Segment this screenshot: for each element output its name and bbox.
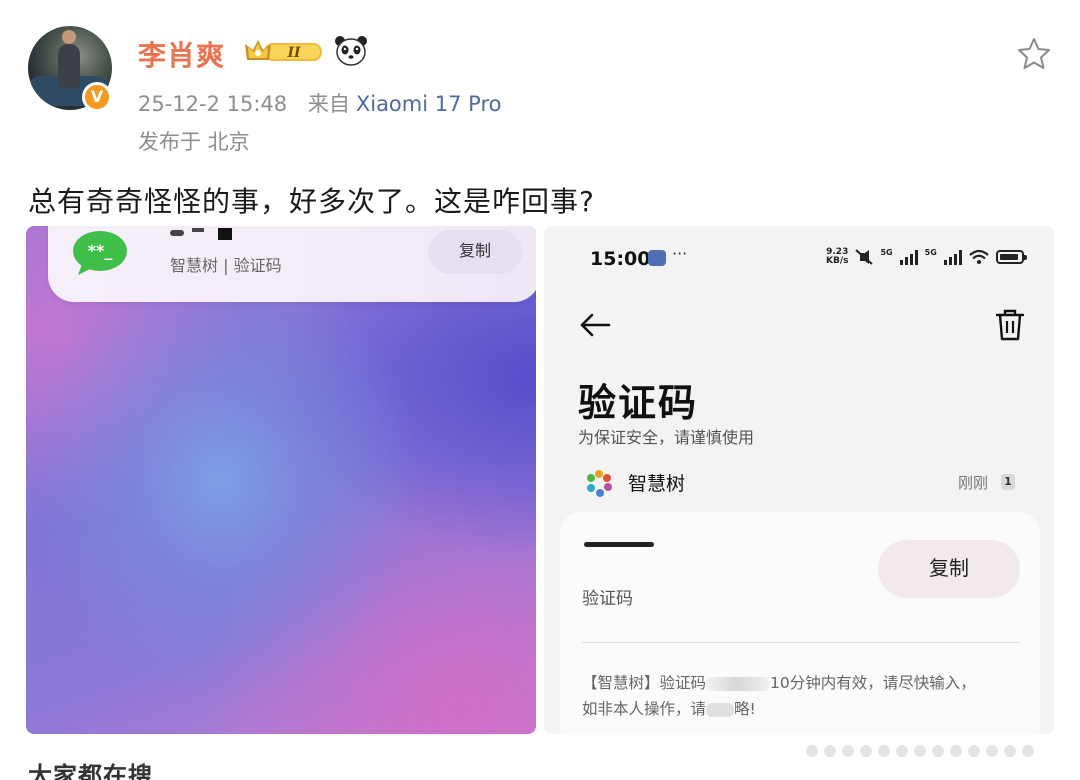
status-more: ··· <box>672 244 688 263</box>
page-subtitle: 为保证安全，请谨慎使用 <box>578 428 755 447</box>
trash-icon[interactable] <box>994 308 1026 342</box>
code-label: 验证码 <box>582 589 633 609</box>
signal-icon-2 <box>943 249 962 265</box>
blurred-text <box>706 702 735 717</box>
redacted-code-blur <box>706 676 771 691</box>
signal-icon <box>899 249 918 265</box>
post-location: 发布于 北京 <box>138 130 250 154</box>
message-body: 【智慧树】验证码 10分钟内有效，请尽快输入， 如非本人操作，请 略! <box>582 674 976 718</box>
source-prefix: 来自 <box>307 92 350 116</box>
image-pager-indicator <box>806 742 1066 758</box>
source-device-link[interactable]: Xiaomi 17 Pro <box>356 92 502 116</box>
divider <box>582 642 1020 643</box>
crown-level-icon[interactable]: II <box>244 38 326 66</box>
message-card[interactable]: 验证码 复制 【智慧树】验证码 10分钟内有效，请尽快输入， 如非本人操作，请 略! <box>560 512 1040 734</box>
post-image-right[interactable]: 15:00 ··· 9.23 KB/s 5G 5G 验证码 为保证安全，请谨慎使… <box>544 226 1054 734</box>
notification-subtitle: 智慧树 | 验证码 <box>170 256 282 275</box>
battery-icon <box>995 250 1027 264</box>
sms-notification-banner[interactable]: **_ 智慧树 | 验证码 复制 <box>48 226 536 302</box>
avatar-person <box>58 30 80 88</box>
verified-badge: V <box>82 82 112 112</box>
status-time: 15:00 <box>590 248 651 270</box>
status-icons: 9.23 KB/s 5G 5G <box>826 247 1027 266</box>
panda-icon <box>335 36 367 66</box>
unread-count-badge: 1 <box>1001 474 1015 490</box>
post-text: 总有奇奇怪怪的事，好多次了。这是咋回事? <box>28 185 595 218</box>
page-title: 验证码 <box>578 381 699 425</box>
wifi-icon <box>969 249 989 264</box>
level-badge-text: II <box>286 45 301 61</box>
mute-icon <box>855 249 874 265</box>
trending-search-heading: 大家都在搜 <box>28 762 153 780</box>
message-time: 刚刚 <box>958 474 989 492</box>
sender-logo-icon <box>587 470 612 497</box>
back-arrow-icon[interactable] <box>578 308 612 342</box>
notification-redaction-mark <box>218 228 232 240</box>
svg-text:**_: **_ <box>88 241 113 260</box>
network-speed: 9.23 KB/s <box>826 247 849 266</box>
star-icon[interactable] <box>1016 36 1052 72</box>
message-app-icon: **_ <box>73 231 127 275</box>
verification-code-redacted <box>584 542 654 550</box>
status-chat-icon <box>648 250 666 266</box>
notification-copy-button[interactable]: 复制 <box>428 230 522 274</box>
post-timestamp: 25-12-2 15:48 <box>138 92 288 116</box>
post-meta: 25-12-2 15:48 来自 Xiaomi 17 Pro <box>138 88 501 118</box>
post-image-left[interactable]: **_ 智慧树 | 验证码 复制 <box>26 226 536 734</box>
network-5g-label-2: 5G <box>924 248 937 257</box>
sender-name: 智慧树 <box>628 473 686 495</box>
copy-button[interactable]: 复制 <box>878 540 1020 598</box>
username[interactable]: 李肖爽 <box>138 34 225 74</box>
network-5g-label-1: 5G <box>880 248 893 257</box>
